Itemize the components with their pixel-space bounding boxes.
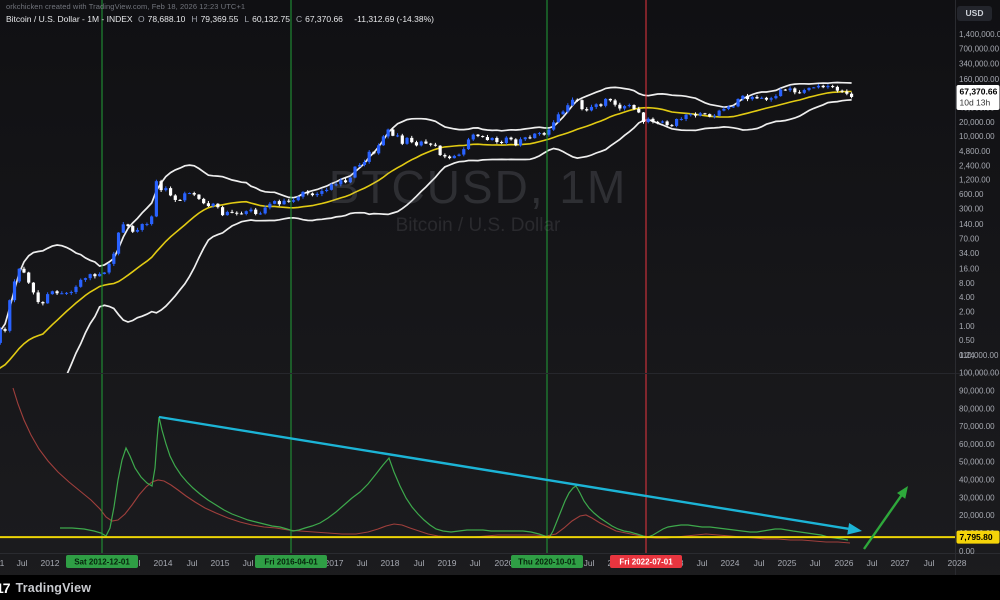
indicator-axis-label: 0.00 xyxy=(959,547,975,556)
indicator-axis-label: 100,000.00 xyxy=(959,369,1000,378)
indicator-axis-label: 70,000.00 xyxy=(959,422,995,431)
time-axis-label: Jul xyxy=(810,558,821,568)
price-axis-label: 70.00 xyxy=(959,234,980,243)
indicator-red-line xyxy=(13,388,850,543)
change-value: -11,312.69 (-14.38%) xyxy=(354,14,434,24)
time-axis-label: 2019 xyxy=(438,558,457,568)
symbol-description[interactable]: Bitcoin / U.S. Dollar - 1M - INDEX xyxy=(6,14,133,24)
bottom-toolbar: 17 TradingView xyxy=(0,575,1000,600)
indicator-axis-label: 50,000.00 xyxy=(959,458,995,467)
price-axis-label: 1,400,000.00 xyxy=(959,30,1000,39)
svg-text:Thu 2020-10-01: Thu 2020-10-01 xyxy=(518,558,576,567)
svg-text:7,795.80: 7,795.80 xyxy=(960,532,993,542)
time-axis[interactable]: 1 Jul 2012 Jul Jul 2014 Jul 2015 Jul 2017 Jul 2018 J… xyxy=(0,558,967,568)
current-price-badge: 67,370.6610d 13h xyxy=(957,85,1000,110)
svg-text:67,370.66: 67,370.66 xyxy=(960,87,998,97)
price-axis-label: 160,000.00 xyxy=(959,75,1000,84)
svg-text:Sat 2012-12-01: Sat 2012-12-01 xyxy=(74,558,130,567)
chart-canvas[interactable]: 1,400,000.00700,000.00340,000.00160,000.… xyxy=(0,0,1000,600)
pane-separators xyxy=(0,0,1000,575)
event-date-badge[interactable]: Thu 2020-10-01 xyxy=(511,555,583,568)
indicator-axis-label: 60,000.00 xyxy=(959,440,995,449)
time-axis-label: 2026 xyxy=(835,558,854,568)
time-axis-label: 2020 xyxy=(495,558,514,568)
cyan-trend-arrow[interactable] xyxy=(159,417,862,535)
time-axis-label: Jul xyxy=(17,558,28,568)
indicator-axis-label: 80,000.00 xyxy=(959,404,995,413)
price-axis-label: 140.00 xyxy=(959,220,984,229)
indicator-axis-label: 90,000.00 xyxy=(959,386,995,395)
tradingview-logo-icon[interactable]: 17 xyxy=(0,580,10,596)
ohlc-l: L60,132.75 xyxy=(244,14,293,24)
tradingview-chart-window: 1,400,000.00700,000.00340,000.00160,000.… xyxy=(0,0,1000,600)
ohlc-values: O78,688.10H79,369.55L60,132.75C67,370.66 xyxy=(138,14,349,24)
time-axis-label: 2018 xyxy=(381,558,400,568)
tradingview-logo-text[interactable]: TradingView xyxy=(16,581,92,595)
time-axis-label: Jul xyxy=(470,558,481,568)
time-axis-label: 2012 xyxy=(41,558,60,568)
svg-text:Fri 2022-07-01: Fri 2022-07-01 xyxy=(619,558,673,567)
indicator-level-badge: 7,795.80 xyxy=(957,531,1000,544)
time-axis-label: 2027 xyxy=(891,558,910,568)
time-axis-label: Jul xyxy=(867,558,878,568)
time-axis-label: 2015 xyxy=(211,558,230,568)
indicator-pane[interactable] xyxy=(13,388,850,543)
price-axis-label: 1,200.00 xyxy=(959,176,991,185)
ohlc-c: C67,370.66 xyxy=(296,14,346,24)
time-axis-label: 1 xyxy=(0,558,5,568)
green-forecast-arrow[interactable] xyxy=(864,486,908,549)
credit-line: orkchicken created with TradingView.com,… xyxy=(6,2,437,11)
ohlc-o: O78,688.10 xyxy=(138,14,188,24)
price-axis-label: 16.00 xyxy=(959,265,980,274)
time-axis-label: Jul xyxy=(924,558,935,568)
price-axis-label: 2,400.00 xyxy=(959,161,991,170)
price-axis-label: 20,000.00 xyxy=(959,118,995,127)
symbol-row[interactable]: Bitcoin / U.S. Dollar - 1M - INDEX O78,6… xyxy=(6,14,437,24)
price-axis-label: 34.00 xyxy=(959,249,980,258)
time-axis-label: Jul xyxy=(187,558,198,568)
time-axis-label: 2028 xyxy=(948,558,967,568)
indicator-green-line xyxy=(60,417,848,540)
time-axis-label: Jul xyxy=(584,558,595,568)
time-axis-label: Jul xyxy=(414,558,425,568)
price-axis-label: 2.00 xyxy=(959,308,975,317)
indicator-axis-label: 20,000.00 xyxy=(959,511,995,520)
indicator-axis-label: 110,000.00 xyxy=(959,351,999,360)
chart-legend: orkchicken created with TradingView.com,… xyxy=(6,2,437,24)
price-axis-label: 10,000.00 xyxy=(959,132,995,141)
event-date-badge[interactable]: Fri 2016-04-01 xyxy=(255,555,327,568)
price-axis-label: 4.00 xyxy=(959,293,975,302)
price-axis-label: 1.00 xyxy=(959,322,975,331)
price-axis-label: 4,800.00 xyxy=(959,147,991,156)
time-axis-label: Jul xyxy=(243,558,254,568)
svg-text:10d 13h: 10d 13h xyxy=(960,98,991,108)
event-date-badge[interactable]: Sat 2012-12-01 xyxy=(66,555,138,568)
ohlc-h: H79,369.55 xyxy=(191,14,241,24)
svg-text:Fri 2016-04-01: Fri 2016-04-01 xyxy=(264,558,318,567)
price-axis-label: 8.00 xyxy=(959,279,975,288)
currency-unit-button[interactable]: USD xyxy=(957,6,992,21)
time-axis-label: Jul xyxy=(754,558,765,568)
axis-badges: Sat 2012-12-01 Fri 2016-04-01 Thu 2020-10-… xyxy=(66,85,1000,568)
indicator-axis-label: 40,000.00 xyxy=(959,476,995,485)
time-axis-label: Jul xyxy=(357,558,368,568)
time-axis-label: 2017 xyxy=(325,558,344,568)
drawings-layer xyxy=(0,417,956,549)
price-axis-label: 600.00 xyxy=(959,190,984,199)
price-axis-label: 0.50 xyxy=(959,336,975,345)
candles-layer xyxy=(0,84,853,345)
indicator-axis-label: 30,000.00 xyxy=(959,493,995,502)
event-lines-layer xyxy=(102,0,646,553)
time-axis-label: 2025 xyxy=(778,558,797,568)
time-axis-label: 2024 xyxy=(721,558,740,568)
price-axis-label: 700,000.00 xyxy=(959,45,1000,54)
price-axis-label: 300.00 xyxy=(959,204,984,213)
price-axis-label: 340,000.00 xyxy=(959,59,1000,68)
time-axis-label: 2014 xyxy=(154,558,173,568)
event-date-badge[interactable]: Fri 2022-07-01 xyxy=(610,555,682,568)
time-axis-label: Jul xyxy=(697,558,708,568)
